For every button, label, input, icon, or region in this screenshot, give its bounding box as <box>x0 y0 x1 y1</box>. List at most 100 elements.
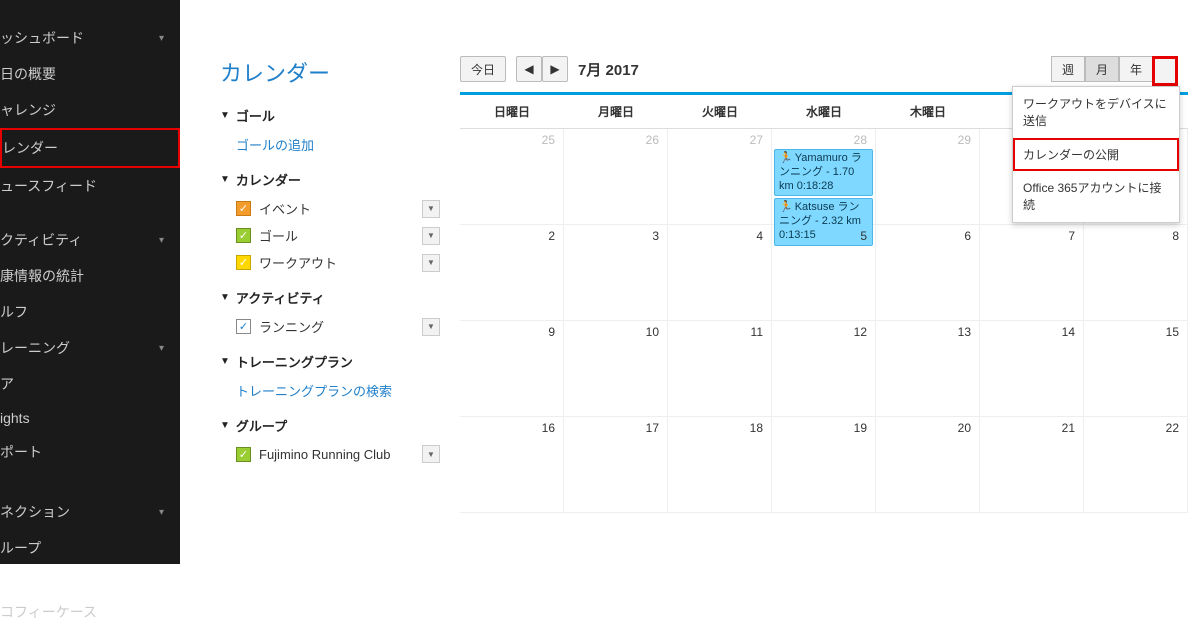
sidebar-item[interactable]: ループ <box>0 530 180 566</box>
sidebar-item[interactable]: レーニング▾ <box>0 330 180 366</box>
checkbox[interactable]: ✓ <box>236 201 251 216</box>
calendar-header: 今日 ◀ ▶ 7月 2017 週 月 年 ワークアウトをデバイスに送信カレンダー… <box>460 56 1188 82</box>
day-cell[interactable]: 29 <box>876 129 980 225</box>
sidebar-item[interactable]: ャレンジ <box>0 92 180 128</box>
sidebar-item[interactable]: ュースフィード <box>0 168 180 204</box>
day-number: 29 <box>958 133 971 147</box>
sidebar-item[interactable]: ルフ <box>0 294 180 330</box>
sidebar-item[interactable]: クティビティ▾ <box>0 222 180 258</box>
search-training-link[interactable]: トレーニングプランの検索 <box>220 377 440 404</box>
sidebar-item[interactable]: コフィーケース <box>0 594 180 630</box>
filter-dropdown[interactable]: ▼ <box>422 254 440 272</box>
day-header: 水曜日 <box>772 95 876 128</box>
view-week[interactable]: 週 <box>1051 56 1085 82</box>
main: カレンダー ▼ゴール ゴールの追加 ▼カレンダー ✓イベント▼✓ゴール▼✓ワーク… <box>180 0 1188 564</box>
nav-buttons: ◀ ▶ <box>516 56 568 82</box>
today-button[interactable]: 今日 <box>460 56 506 82</box>
day-cell[interactable]: 26 <box>564 129 668 225</box>
day-cell[interactable]: 15 <box>1084 321 1188 417</box>
section-training[interactable]: ▼トレーニングプラン <box>220 352 440 371</box>
day-cell[interactable]: 11 <box>668 321 772 417</box>
filter-dropdown[interactable]: ▼ <box>422 318 440 336</box>
day-number: 13 <box>958 325 971 339</box>
day-number: 11 <box>751 325 763 339</box>
sidebar-item[interactable]: ネクション▾ <box>0 494 180 530</box>
week-row: 234 56 78 <box>460 225 1188 321</box>
day-cell[interactable]: 2 <box>460 225 564 321</box>
section-group[interactable]: ▼グループ <box>220 416 440 435</box>
sidebar-item[interactable]: ights <box>0 402 180 434</box>
day-cell[interactable]: 22 <box>1084 417 1188 513</box>
day-number: 15 <box>1166 325 1179 339</box>
day-cell[interactable]: 3 <box>564 225 668 321</box>
day-cell[interactable]: 8 <box>1084 225 1188 321</box>
filter-dropdown[interactable]: ▼ <box>422 445 440 463</box>
checkbox[interactable]: ✓ <box>236 228 251 243</box>
week-row: 16 1718192021 22 <box>460 417 1188 513</box>
day-number: 5 <box>860 229 867 243</box>
filter-label: ゴール <box>259 226 422 245</box>
calendar-area: 今日 ◀ ▶ 7月 2017 週 月 年 ワークアウトをデバイスに送信カレンダー… <box>460 56 1188 513</box>
day-cell[interactable]: 4 <box>668 225 772 321</box>
day-cell[interactable]: 27 <box>668 129 772 225</box>
calendar-title: 7月 2017 <box>578 59 639 80</box>
filter-label: ワークアウト <box>259 253 422 272</box>
checkbox[interactable]: ✓ <box>236 319 251 334</box>
day-header: 月曜日 <box>564 95 668 128</box>
sidebar-item[interactable]: レンダー <box>0 128 180 168</box>
sidebar-item[interactable]: ア <box>0 366 180 402</box>
day-header: 木曜日 <box>876 95 980 128</box>
sidebar: ッシュボード▾日の概要ャレンジレンダーュースフィード クティビティ▾康情報の統計… <box>0 0 180 564</box>
view-month[interactable]: 月 <box>1085 56 1119 82</box>
filter-dropdown[interactable]: ▼ <box>422 227 440 245</box>
checkbox[interactable]: ✓ <box>236 447 251 462</box>
checkbox[interactable]: ✓ <box>236 255 251 270</box>
filter-row: ✓ ゴール▼ <box>220 222 440 249</box>
section-activity[interactable]: ▼アクティビティ <box>220 288 440 307</box>
dropdown-item[interactable]: Office 365アカウントに接続 <box>1013 171 1179 222</box>
day-number: 10 <box>646 325 659 339</box>
day-cell[interactable]: 12 <box>772 321 876 417</box>
section-calendar[interactable]: ▼カレンダー <box>220 170 440 189</box>
sidebar-item[interactable]: ポート <box>0 434 180 470</box>
dropdown-item[interactable]: ワークアウトをデバイスに送信 <box>1013 87 1179 138</box>
day-header: 日曜日 <box>460 95 564 128</box>
day-number: 7 <box>1068 229 1075 243</box>
chevron-down-icon: ▾ <box>159 33 164 44</box>
day-number: 16 <box>542 421 555 435</box>
day-cell[interactable]: 7 <box>980 225 1084 321</box>
prev-button[interactable]: ◀ <box>516 56 542 82</box>
day-cell[interactable]: 16 <box>460 417 564 513</box>
day-cell[interactable]: 20 <box>876 417 980 513</box>
day-cell[interactable]: 6 <box>876 225 980 321</box>
view-year[interactable]: 年 <box>1119 56 1153 82</box>
chevron-down-icon: ▾ <box>159 343 164 354</box>
add-goal-link[interactable]: ゴールの追加 <box>220 131 440 158</box>
calendar-event[interactable]: 🏃Yamamuro ランニング - 1.70 km 0:18:28 <box>774 149 873 196</box>
day-cell[interactable]: 17 <box>564 417 668 513</box>
sidebar-item[interactable]: 康情報の統計 <box>0 258 180 294</box>
filter-dropdown[interactable]: ▼ <box>422 200 440 218</box>
next-button[interactable]: ▶ <box>542 56 568 82</box>
day-number: 22 <box>1166 421 1179 435</box>
filter-row: ✓ ワークアウト▼ <box>220 249 440 276</box>
day-cell[interactable]: 18 <box>668 417 772 513</box>
day-cell[interactable]: 10 <box>564 321 668 417</box>
dropdown-item[interactable]: カレンダーの公開 <box>1013 138 1179 171</box>
calendar-sidebar: カレンダー ▼ゴール ゴールの追加 ▼カレンダー ✓イベント▼✓ゴール▼✓ワーク… <box>220 56 460 513</box>
chevron-down-icon: ▾ <box>159 235 164 246</box>
day-cell[interactable]: 14 <box>980 321 1084 417</box>
day-cell[interactable]: 13 <box>876 321 980 417</box>
day-cell[interactable]: 19 <box>772 417 876 513</box>
options-dropdown: ワークアウトをデバイスに送信カレンダーの公開Office 365アカウントに接続 <box>1012 86 1180 223</box>
day-cell[interactable]: 25 <box>460 129 564 225</box>
day-cell[interactable]: 9 <box>460 321 564 417</box>
day-cell[interactable]: 5 <box>772 225 876 321</box>
options-button[interactable] <box>1152 56 1178 86</box>
section-goals[interactable]: ▼ゴール <box>220 106 440 125</box>
day-cell[interactable]: 28🏃Yamamuro ランニング - 1.70 km 0:18:28🏃Kats… <box>772 129 876 225</box>
day-cell[interactable]: 21 <box>980 417 1084 513</box>
filter-label: ランニング <box>259 317 422 336</box>
sidebar-item[interactable]: 日の概要 <box>0 56 180 92</box>
sidebar-item[interactable]: ッシュボード▾ <box>0 20 180 56</box>
